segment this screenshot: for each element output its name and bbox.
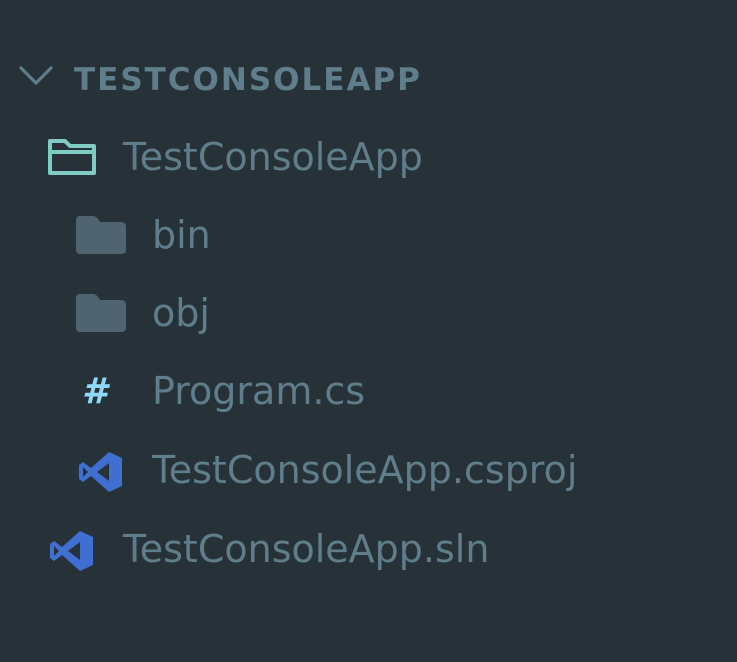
tree-item-label: obj [152, 291, 210, 335]
section-title: TESTCONSOLEAPP [74, 62, 422, 98]
tree-item-label: Program.cs [152, 369, 366, 413]
chevron-down-icon[interactable] [18, 64, 54, 88]
tree-item-label: TestConsoleApp.sln [123, 527, 490, 571]
tree-item-bin-folder[interactable]: bin [0, 196, 737, 274]
explorer-section-header[interactable]: TESTCONSOLEAPP [0, 40, 737, 118]
folder-icon [76, 294, 126, 332]
folder-icon [76, 216, 126, 254]
tree-item-testconsoleapp-folder[interactable]: TestConsoleApp [0, 118, 737, 196]
folder-open-icon [48, 139, 96, 175]
tree-item-label: TestConsoleApp.csproj [152, 448, 578, 492]
tree-item-csproj[interactable]: TestConsoleApp.csproj [0, 431, 737, 509]
tree-item-program-cs[interactable]: # Program.cs [0, 352, 737, 430]
csharp-hash-icon: # [82, 371, 108, 412]
file-explorer: TESTCONSOLEAPP TestConsoleApp bin obj # … [0, 0, 737, 662]
tree-item-obj-folder[interactable]: obj [0, 274, 737, 352]
tree-item-label: bin [152, 213, 211, 257]
tree-item-label: TestConsoleApp [123, 135, 423, 179]
visual-studio-icon [79, 452, 122, 492]
visual-studio-icon [50, 531, 93, 571]
tree-item-sln[interactable]: TestConsoleApp.sln [0, 510, 737, 588]
